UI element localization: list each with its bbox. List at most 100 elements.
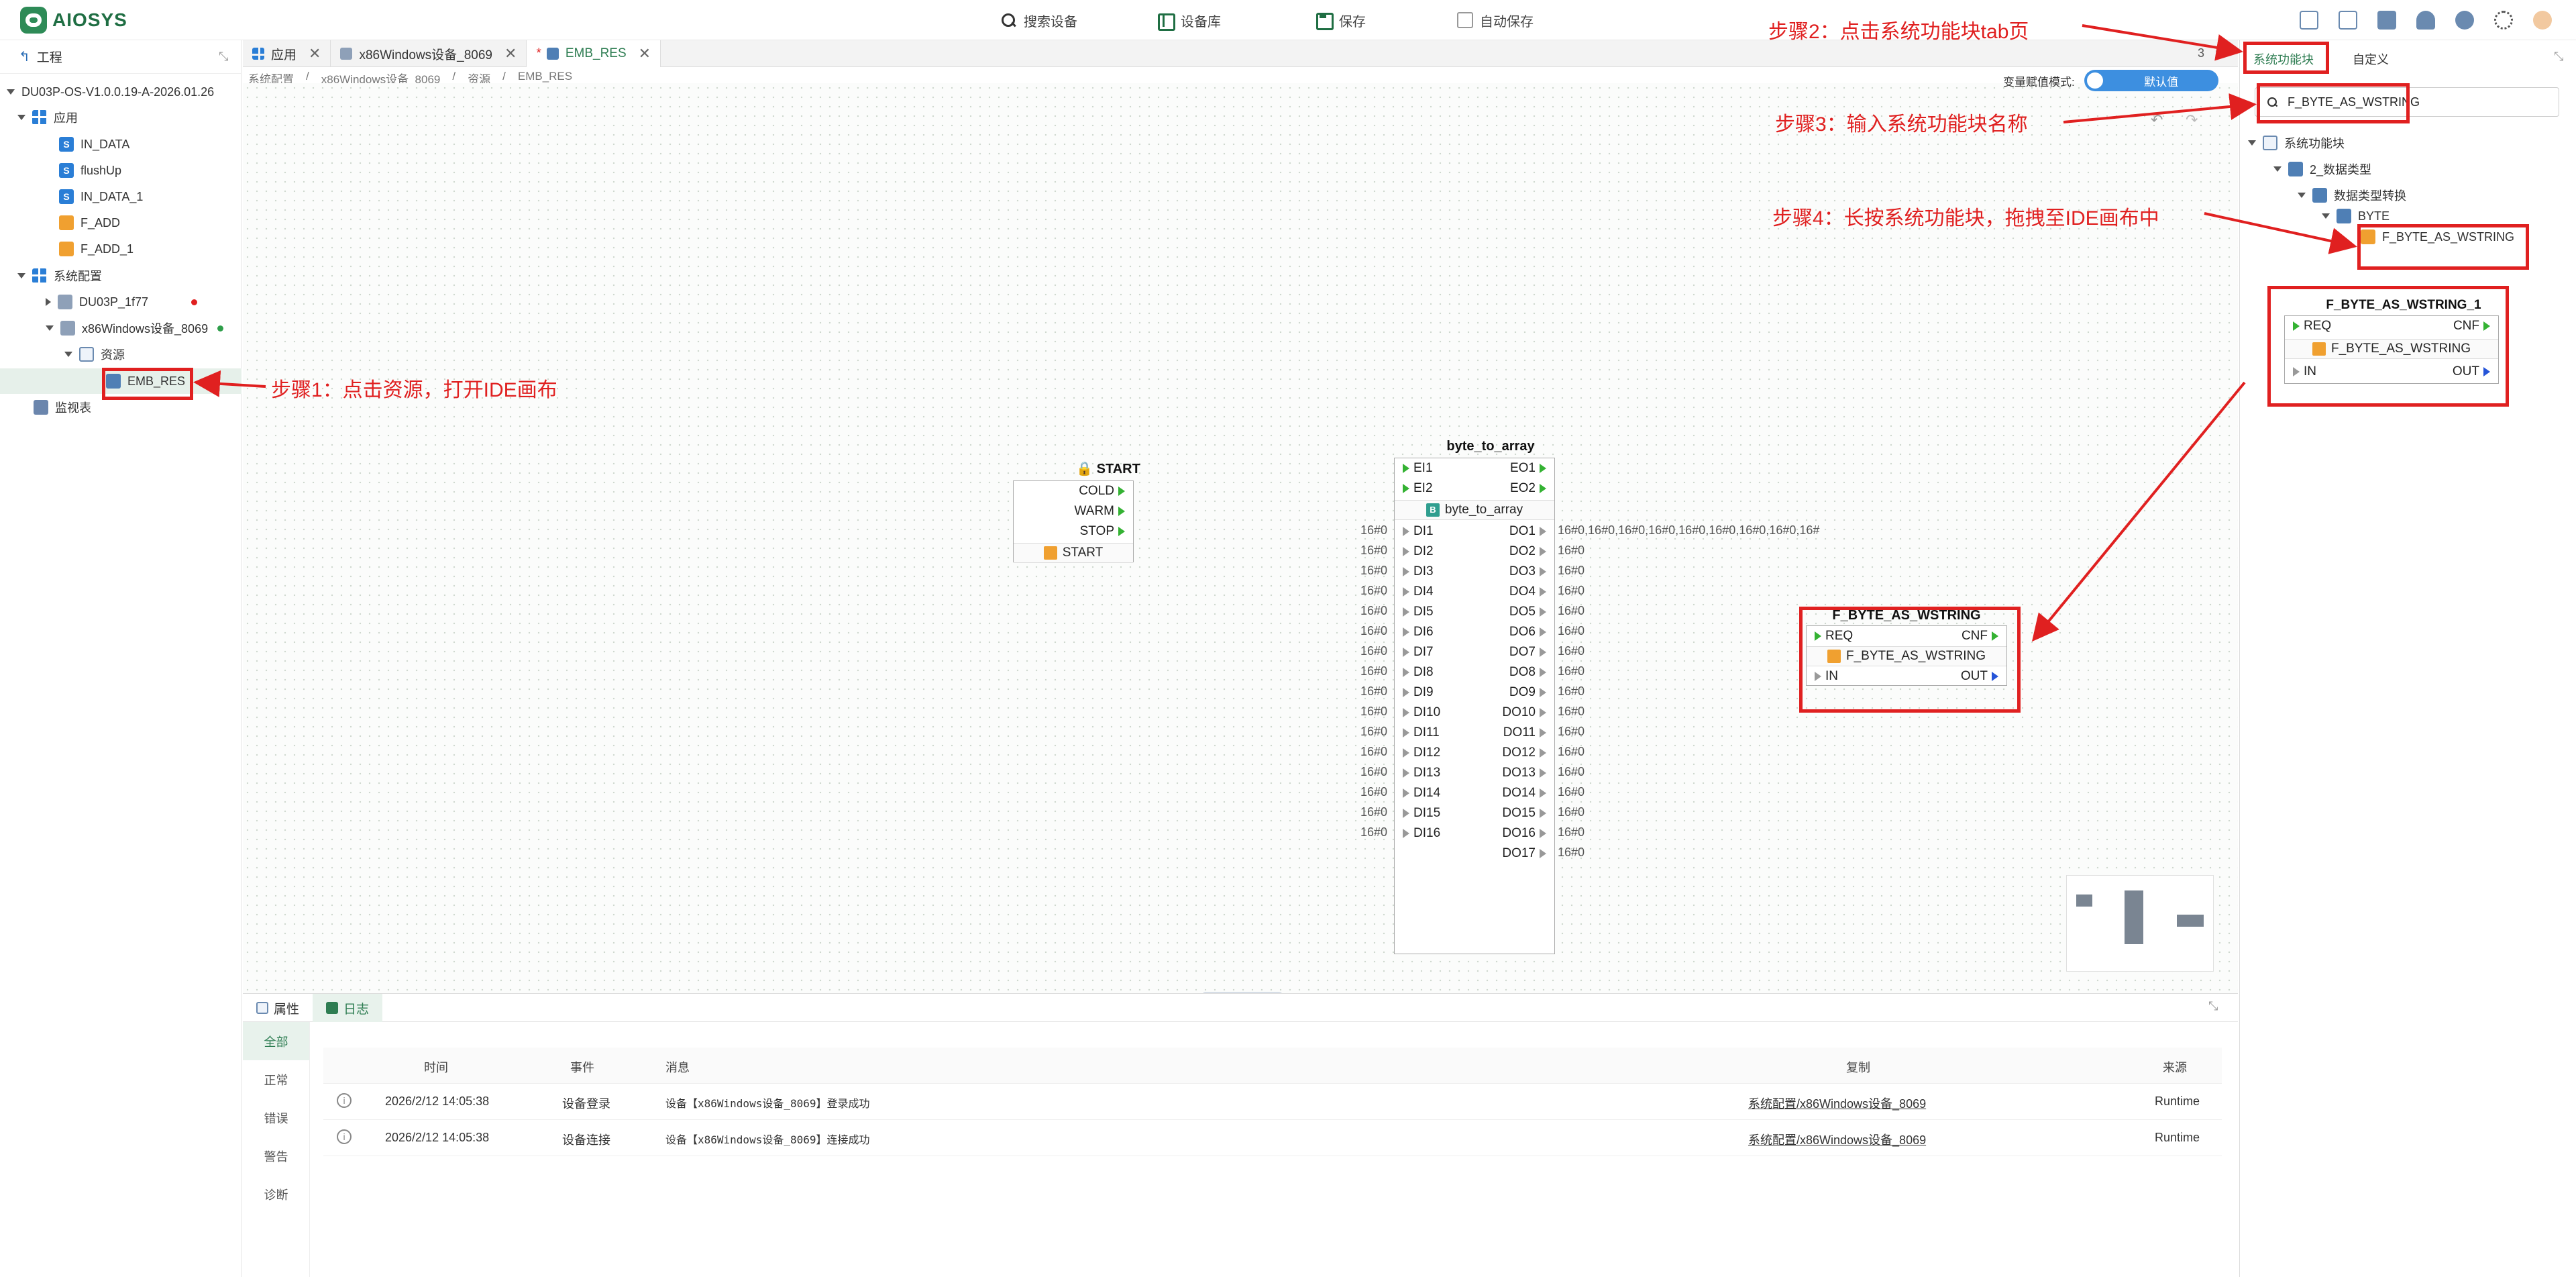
input-value-label[interactable]: 16#0 bbox=[1360, 725, 1387, 739]
collapse-panel-icon[interactable]: ⤡ bbox=[2554, 50, 2563, 64]
log-row[interactable]: i 2026/2/12 14:05:38 设备连接 设备【x86Windows设… bbox=[323, 1120, 2222, 1156]
layout-icon[interactable] bbox=[2339, 11, 2357, 30]
output-value-label[interactable]: 16#0 bbox=[1558, 725, 1585, 739]
filter-error[interactable]: 错误 bbox=[243, 1099, 309, 1137]
device-library-button[interactable]: 设备库 bbox=[1157, 9, 1221, 31]
redo-icon[interactable]: ↷ bbox=[2186, 111, 2198, 129]
data-in-pin[interactable]: DI15 bbox=[1403, 806, 1440, 821]
tree-device-x86[interactable]: x86Windows设备_8069 bbox=[46, 315, 224, 341]
lib-tree-byte[interactable]: BYTE bbox=[2322, 208, 2390, 224]
input-value-label[interactable]: 16#0 bbox=[1360, 684, 1387, 699]
theme-sun-icon[interactable] bbox=[2494, 11, 2513, 30]
data-out-pin[interactable]: DO9 bbox=[1509, 685, 1546, 700]
tree-root[interactable]: DU03P-OS-V1.0.0.19-A-2026.01.26 bbox=[7, 79, 214, 105]
input-value-label[interactable]: 16#0 bbox=[1360, 523, 1387, 538]
output-value-label[interactable]: 16#0 bbox=[1558, 805, 1585, 819]
log-copy-link[interactable]: 系统配置/x86Windows设备_8069 bbox=[1748, 1094, 1926, 1112]
output-value-label[interactable]: 16#0 bbox=[1558, 564, 1585, 578]
log-copy-link[interactable]: 系统配置/x86Windows设备_8069 bbox=[1748, 1131, 1926, 1148]
input-value-label[interactable]: 16#0 bbox=[1360, 604, 1387, 618]
data-out-pin[interactable]: DO15 bbox=[1502, 806, 1546, 821]
data-out-pin[interactable]: DO14 bbox=[1502, 786, 1546, 801]
output-value-label[interactable]: 16#0 bbox=[1558, 846, 1585, 860]
collapse-panel-icon[interactable]: ⤡ bbox=[2208, 999, 2218, 1013]
data-out-pin[interactable]: DO1 bbox=[1509, 524, 1546, 539]
tree-item-f-add[interactable]: F_ADD bbox=[59, 210, 120, 236]
translate-icon[interactable] bbox=[2377, 11, 2396, 30]
data-in-pin[interactable]: DI3 bbox=[1403, 564, 1434, 579]
assign-mode-toggle[interactable]: 默认值 bbox=[2084, 70, 2218, 91]
close-icon[interactable]: ✕ bbox=[504, 45, 517, 62]
tab-log[interactable]: 日志 bbox=[313, 994, 383, 1022]
input-value-label[interactable]: 16#0 bbox=[1360, 785, 1387, 799]
input-value-label[interactable]: 16#0 bbox=[1360, 584, 1387, 598]
bell-icon[interactable] bbox=[2416, 11, 2435, 30]
log-row[interactable]: i 2026/2/12 14:05:38 设备登录 设备【x86Windows设… bbox=[323, 1084, 2222, 1120]
tab-app[interactable]: 应用 ✕ bbox=[243, 40, 331, 67]
data-out-pin[interactable]: DO11 bbox=[1503, 725, 1546, 740]
input-value-label[interactable]: 16#0 bbox=[1360, 644, 1387, 658]
output-value-label[interactable]: 16#0 bbox=[1558, 705, 1585, 719]
input-value-label[interactable]: 16#0 bbox=[1360, 544, 1387, 558]
data-in-pin[interactable]: DI12 bbox=[1403, 746, 1440, 760]
monitor-icon[interactable] bbox=[2300, 11, 2318, 30]
lib-tree-conversion[interactable]: 数据类型转换 bbox=[2298, 183, 2406, 208]
data-out-pin[interactable]: DO7 bbox=[1509, 645, 1546, 660]
tab-custom[interactable]: 自定义 bbox=[2334, 46, 2408, 72]
tree-app[interactable]: 应用 bbox=[17, 105, 78, 130]
output-value-label[interactable]: 16#0 bbox=[1558, 584, 1585, 598]
data-out-pin[interactable]: DO16 bbox=[1502, 826, 1546, 841]
tabs-more-icon[interactable]: » bbox=[2215, 44, 2223, 62]
output-value-label[interactable]: 16#0 bbox=[1558, 644, 1585, 658]
tree-device-du03p[interactable]: DU03P_1f77 bbox=[46, 289, 198, 315]
output-value-label[interactable]: 16#0 bbox=[1558, 624, 1585, 638]
data-in-pin[interactable]: DI6 bbox=[1403, 625, 1434, 640]
start-pin-cold[interactable]: COLD bbox=[1014, 481, 1133, 501]
byte-to-array-block[interactable]: EI1 EO1 EI2 EO2 B byte_to_array DI1 DO1 DI… bbox=[1394, 458, 1555, 954]
filter-warning[interactable]: 警告 bbox=[243, 1137, 309, 1175]
close-icon[interactable]: ✕ bbox=[309, 45, 321, 62]
tree-monitor[interactable]: 监视表 bbox=[34, 395, 91, 420]
input-value-label[interactable]: 16#0 bbox=[1360, 564, 1387, 578]
filter-diagnostic[interactable]: 诊断 bbox=[243, 1175, 309, 1213]
input-value-label[interactable]: 16#0 bbox=[1360, 805, 1387, 819]
back-arrow-icon[interactable]: ↰ bbox=[19, 48, 30, 65]
undo-icon[interactable]: ↶ bbox=[2151, 111, 2163, 129]
data-in-pin[interactable]: DI9 bbox=[1403, 685, 1434, 700]
autosave-checkbox[interactable]: 自动保存 bbox=[1457, 9, 1534, 31]
filter-all[interactable]: 全部 bbox=[243, 1022, 309, 1060]
event-out-pin[interactable]: EO2 bbox=[1510, 481, 1546, 496]
data-out-pin[interactable]: DO5 bbox=[1509, 605, 1546, 619]
output-value-label[interactable]: 16#0,16#0,16#0,16#0,16#0,16#0,16#0,16#0,… bbox=[1558, 523, 1819, 538]
data-in-pin[interactable]: DI5 bbox=[1403, 605, 1434, 619]
event-out-pin[interactable]: EO1 bbox=[1510, 461, 1546, 476]
tab-properties[interactable]: 属性 bbox=[243, 994, 313, 1022]
filter-normal[interactable]: 正常 bbox=[243, 1060, 309, 1099]
data-out-pin[interactable]: DO4 bbox=[1509, 584, 1546, 599]
data-out-pin[interactable]: DO12 bbox=[1502, 746, 1546, 760]
data-in-pin[interactable]: DI11 bbox=[1403, 725, 1440, 740]
data-in-pin[interactable]: DI10 bbox=[1403, 705, 1440, 720]
minimap[interactable] bbox=[2066, 875, 2214, 972]
palette-icon[interactable] bbox=[2455, 11, 2474, 30]
tab-device[interactable]: x86Windows设备_8069 ✕ bbox=[331, 40, 527, 67]
event-in-pin[interactable]: EI2 bbox=[1403, 481, 1433, 496]
lib-tree-datatype[interactable]: 2_数据类型 bbox=[2273, 156, 2371, 182]
input-value-label[interactable]: 16#0 bbox=[1360, 745, 1387, 759]
data-out-pin[interactable]: DO3 bbox=[1509, 564, 1546, 579]
lib-tree-root[interactable]: 系统功能块 bbox=[2248, 130, 2345, 156]
output-value-label[interactable]: 16#0 bbox=[1558, 745, 1585, 759]
start-pin-warm[interactable]: WARM bbox=[1014, 501, 1133, 521]
tree-item-in-data-1[interactable]: S IN_DATA_1 bbox=[59, 184, 143, 209]
data-out-pin[interactable]: DO2 bbox=[1509, 544, 1546, 559]
data-in-pin[interactable]: DI1 bbox=[1403, 524, 1434, 539]
input-value-label[interactable]: 16#0 bbox=[1360, 664, 1387, 678]
output-value-label[interactable]: 16#0 bbox=[1558, 765, 1585, 779]
tree-sysconfig[interactable]: 系统配置 bbox=[17, 263, 102, 289]
save-button[interactable]: 保存 bbox=[1315, 9, 1366, 31]
output-value-label[interactable]: 16#0 bbox=[1558, 544, 1585, 558]
output-value-label[interactable]: 16#0 bbox=[1558, 664, 1585, 678]
output-value-label[interactable]: 16#0 bbox=[1558, 604, 1585, 618]
data-in-pin[interactable]: DI7 bbox=[1403, 645, 1434, 660]
data-out-pin[interactable]: DO17 bbox=[1502, 846, 1546, 861]
